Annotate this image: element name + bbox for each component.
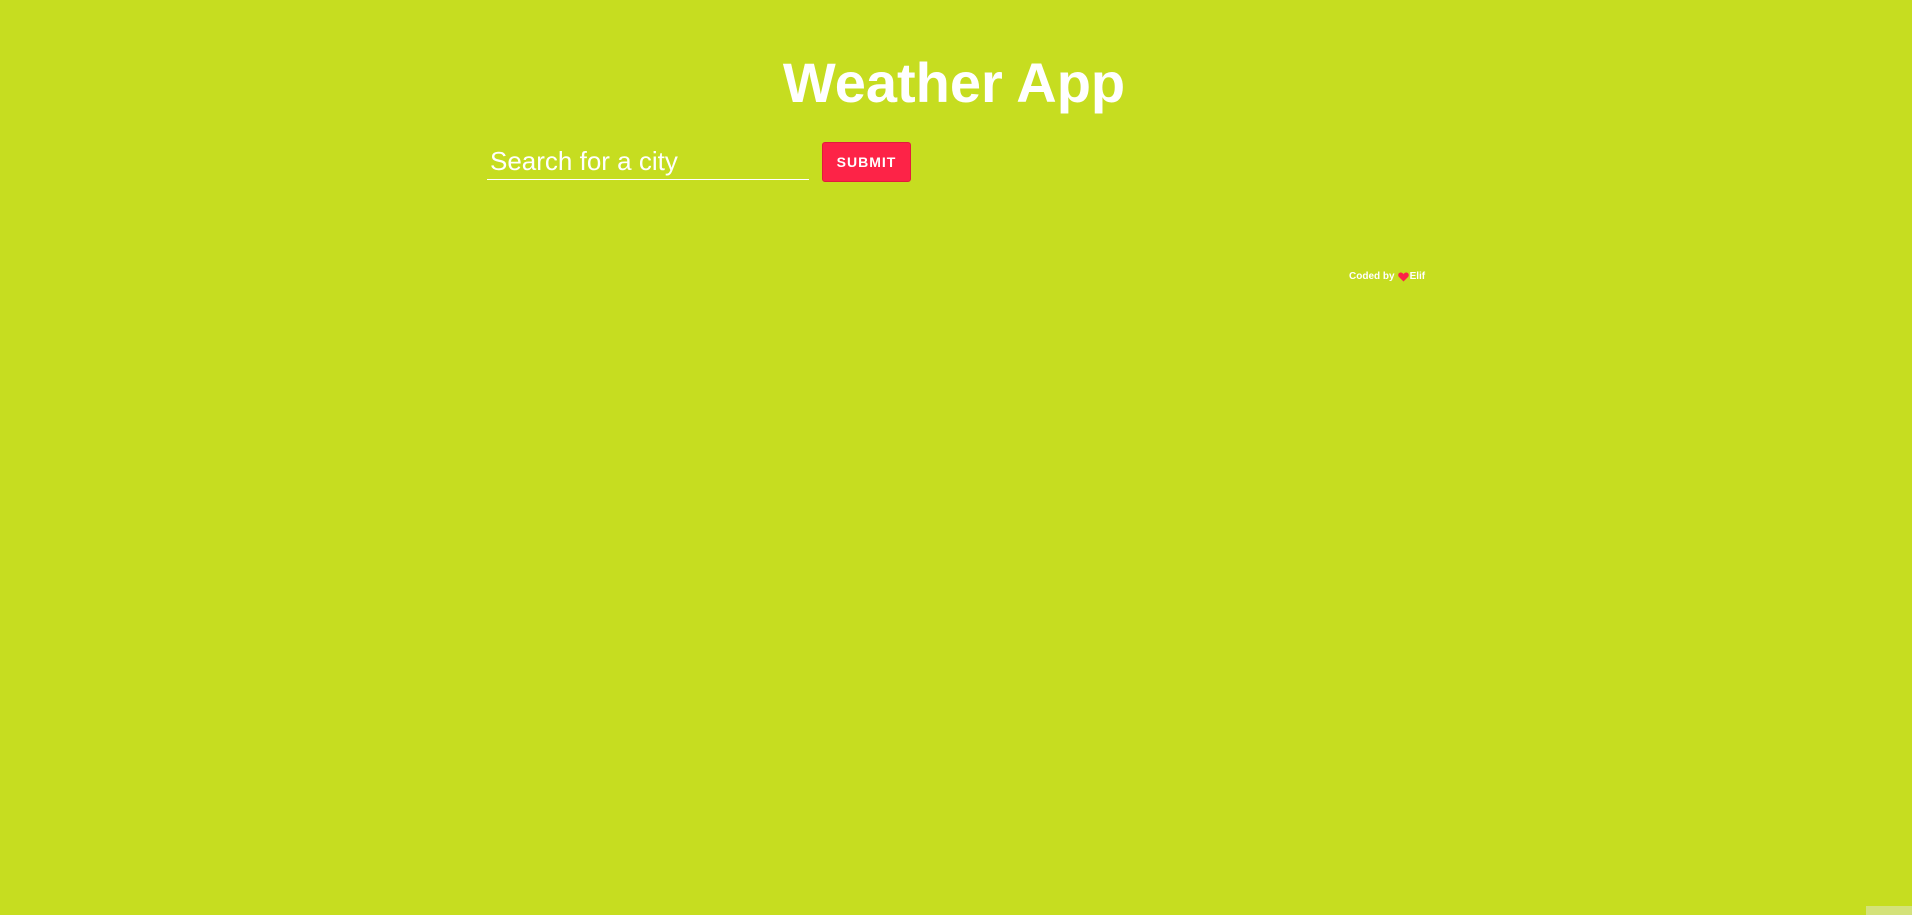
footer-coded-by-text: Coded by — [1349, 271, 1395, 282]
search-input[interactable] — [487, 146, 809, 180]
search-form: SUBMIT — [487, 142, 911, 182]
footer-credit: Coded by Elif — [1349, 270, 1425, 284]
submit-button[interactable]: SUBMIT — [822, 142, 911, 182]
page-title: Weather App — [782, 51, 1126, 114]
author-link[interactable]: Elif — [1410, 270, 1426, 284]
corner-scroll-tab — [1866, 906, 1912, 915]
heart-icon — [1397, 272, 1409, 282]
